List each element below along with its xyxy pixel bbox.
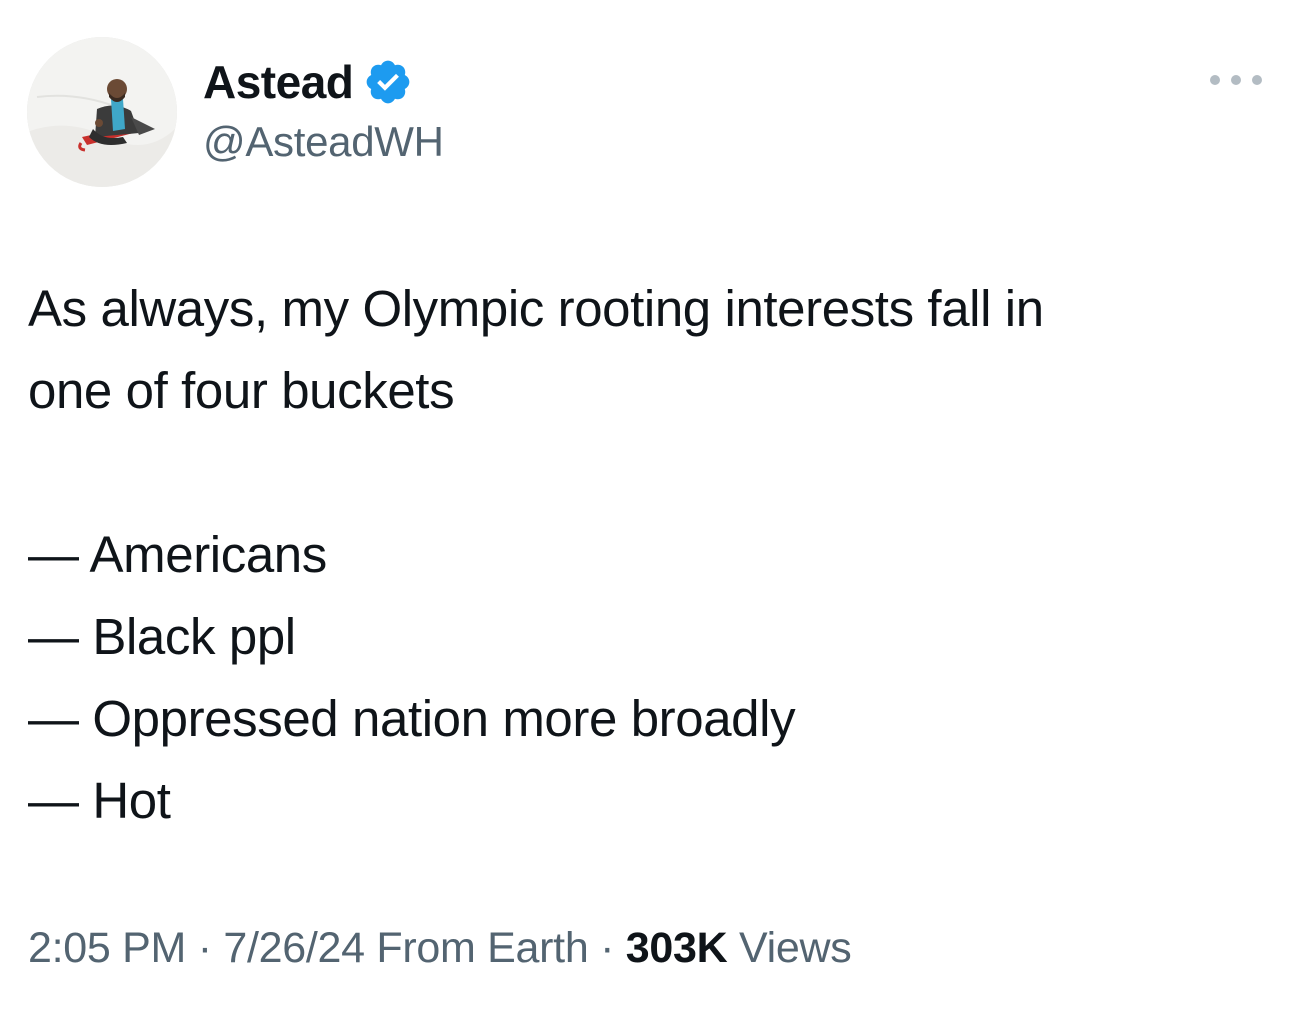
line-break — [28, 432, 1248, 514]
list-item: — Black ppl — [28, 608, 296, 665]
display-name[interactable]: Astead — [203, 55, 354, 109]
tweet-line: one of four buckets — [28, 362, 455, 419]
more-dot — [1210, 75, 1220, 85]
verified-badge-icon — [367, 60, 410, 104]
tweet-text: As always, my Olympic rooting interests … — [28, 268, 1248, 842]
meta-separator: · — [186, 924, 224, 972]
avatar-photo — [27, 37, 177, 187]
avatar[interactable] — [27, 37, 177, 187]
tweet-date[interactable]: 7/26/24 — [223, 924, 365, 972]
author-name-row[interactable]: Astead — [203, 52, 413, 112]
list-item: — Hot — [28, 772, 171, 829]
more-dot — [1252, 75, 1262, 85]
author-handle[interactable]: @AsteadWH — [203, 118, 444, 166]
meta-separator: · — [588, 924, 626, 972]
views-count: 303K — [625, 924, 728, 972]
tweet-source: From Earth — [376, 924, 589, 972]
more-dot — [1231, 75, 1241, 85]
list-item: — Oppressed nation more broadly — [28, 690, 796, 747]
tweet-line: As always, my Olympic rooting interests … — [28, 280, 1044, 337]
list-item: — Americans — [28, 526, 327, 583]
more-options-icon[interactable] — [1210, 68, 1262, 92]
views-label: Views — [739, 924, 852, 972]
tweet-time[interactable]: 2:05 PM — [28, 924, 186, 972]
tweet-card: Astead @AsteadWH As always, my Olympic r… — [0, 0, 1290, 1016]
tweet-meta: 2:05 PM · 7/26/24 From Earth · 303K View… — [28, 924, 852, 973]
